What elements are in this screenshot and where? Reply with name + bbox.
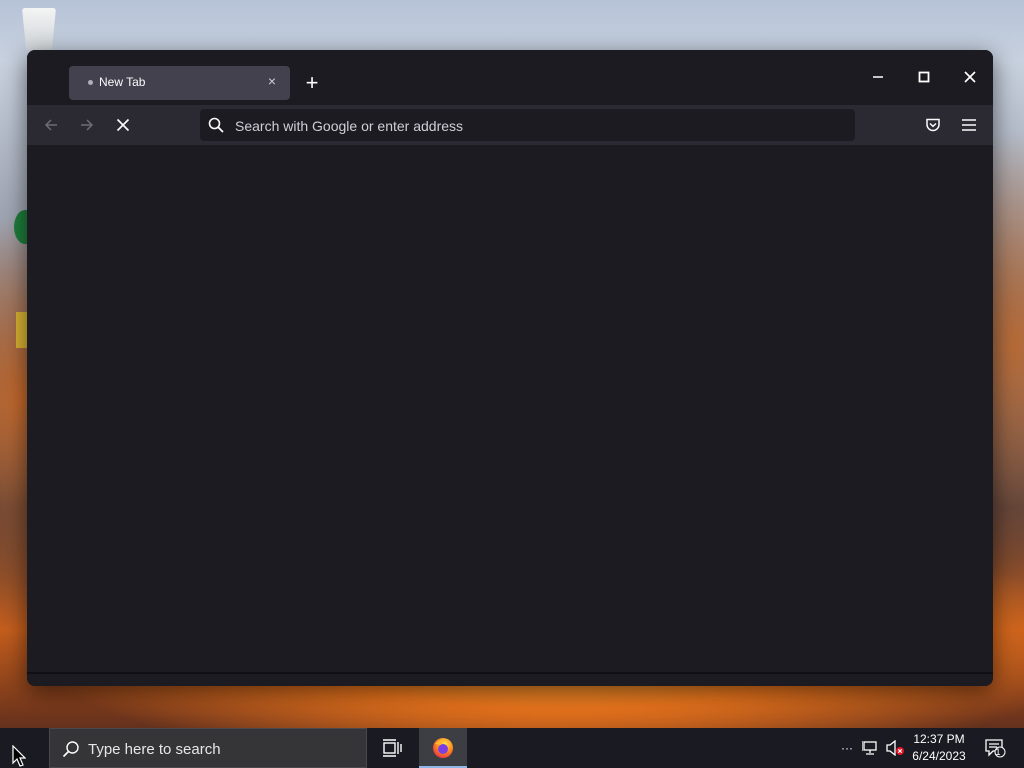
address-bar[interactable] [200, 109, 855, 143]
forward-arrow-icon [81, 119, 94, 131]
recycle-bin-icon[interactable] [22, 8, 56, 50]
navigation-toolbar [27, 105, 993, 145]
system-clock[interactable]: 12:37 PM 6/24/2023 [904, 731, 974, 765]
clock-date: 6/24/2023 [912, 749, 966, 763]
search-icon [62, 741, 79, 758]
taskbar-search-placeholder: Type here to search [88, 741, 221, 758]
search-icon [208, 117, 224, 133]
volume-button[interactable] [884, 728, 906, 768]
clock-time: 12:37 PM [913, 732, 965, 746]
close-tab-button[interactable]: × [264, 73, 280, 89]
back-button[interactable] [35, 109, 67, 141]
title-bar: New Tab × + [27, 50, 993, 105]
minimize-icon [873, 76, 883, 78]
content-divider [27, 672, 993, 674]
tab-title: New Tab [99, 75, 146, 89]
pocket-button[interactable] [917, 109, 949, 141]
volume-muted-icon [886, 740, 904, 756]
minimize-button[interactable] [855, 50, 901, 104]
task-view-icon [383, 739, 402, 757]
close-icon [964, 71, 976, 83]
back-arrow-icon [44, 119, 57, 131]
address-input[interactable] [233, 109, 837, 143]
tab-new-tab[interactable]: New Tab × [69, 66, 290, 100]
mouse-cursor-icon [12, 745, 26, 767]
taskbar-search-box[interactable]: Type here to search [49, 728, 367, 768]
maximize-icon [918, 71, 930, 83]
loading-dot-icon [88, 80, 93, 85]
page-content [27, 145, 993, 686]
taskbar: Type here to search ··· 12:37 PM 6/24/20… [0, 728, 1024, 768]
app-menu-button[interactable] [953, 109, 985, 141]
taskbar-firefox-button[interactable] [419, 728, 467, 768]
network-button[interactable] [860, 728, 882, 768]
notification-center-button[interactable]: 1 [980, 728, 1010, 768]
forward-button[interactable] [71, 109, 103, 141]
stop-button[interactable] [107, 109, 139, 141]
notification-count: 1 [995, 747, 1001, 757]
show-hidden-icons-button[interactable]: ··· [838, 728, 856, 768]
firefox-icon [433, 738, 453, 758]
close-window-button[interactable] [947, 50, 993, 104]
new-tab-button[interactable]: + [299, 71, 325, 97]
menu-icon [962, 119, 976, 131]
task-view-button[interactable] [368, 728, 416, 768]
network-icon [862, 741, 877, 755]
stop-icon [116, 118, 130, 132]
firefox-window: New Tab × + [27, 50, 993, 686]
maximize-button[interactable] [901, 50, 947, 104]
pocket-icon [926, 118, 940, 132]
